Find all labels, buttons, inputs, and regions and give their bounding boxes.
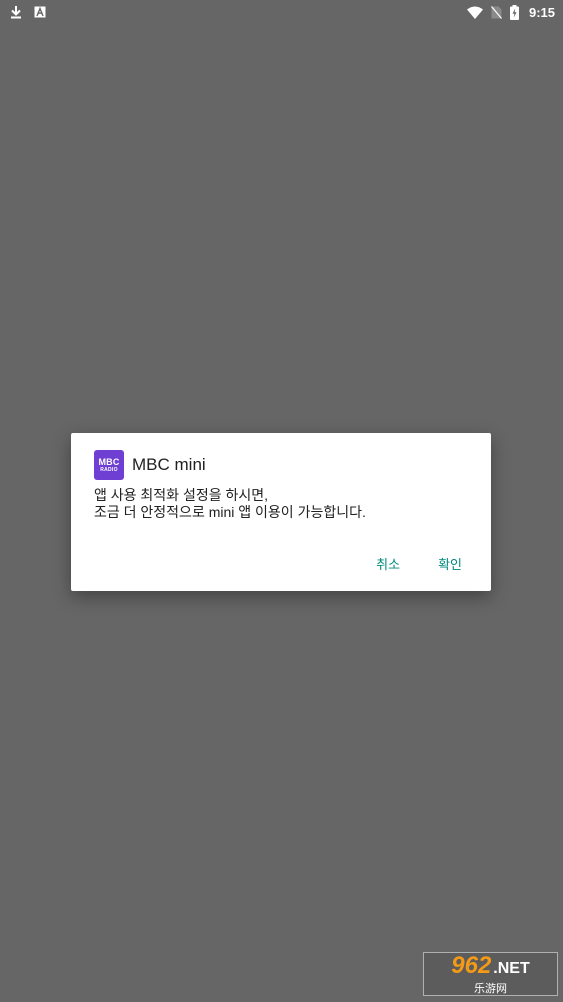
confirm-button[interactable]: 확인 [438,554,462,573]
dialog-title: MBC mini [132,455,206,474]
watermark-chinese: 乐游网 [474,982,507,995]
dialog-message-line-2: 조금 더 안정적으로 mini 앱 이용이 가능합니다. [94,504,366,520]
clock: 9:15 [528,4,555,20]
status-right: 9:15 [466,4,555,20]
battery-charging-icon [509,4,519,20]
logo-sub-text: RADIO [100,466,118,473]
site-watermark: 962 .NET 乐游网 [423,952,558,996]
download-icon [10,5,22,19]
dialog-message: 앱 사용 최적화 설정을 하시면, 조금 더 안정적으로 mini 앱 이용이 … [94,487,474,521]
optimization-dialog: MBC RADIO MBC mini 앱 사용 최적화 설정을 하시면, 조금 … [71,433,491,591]
screen: 9:15 MBC RADIO MBC mini 앱 사용 최적화 설정을 하시면… [0,0,563,1002]
watermark-suffix: .NET [493,960,530,977]
watermark-number: 962 [451,952,492,979]
keyboard-icon [34,6,46,18]
no-sim-icon [491,5,502,19]
dialog-header: MBC RADIO MBC mini [94,450,206,480]
cancel-button[interactable]: 취소 [376,554,400,573]
status-bar: 9:15 [0,0,563,24]
mbc-radio-logo-icon: MBC RADIO [94,450,124,480]
watermark-top: 962 .NET [451,952,530,980]
status-left [10,5,46,19]
logo-main-text: MBC [98,456,120,467]
wifi-icon [466,6,483,19]
dialog-actions: 취소 확인 [376,554,462,573]
dialog-message-line-1: 앱 사용 최적화 설정을 하시면, [94,487,269,503]
